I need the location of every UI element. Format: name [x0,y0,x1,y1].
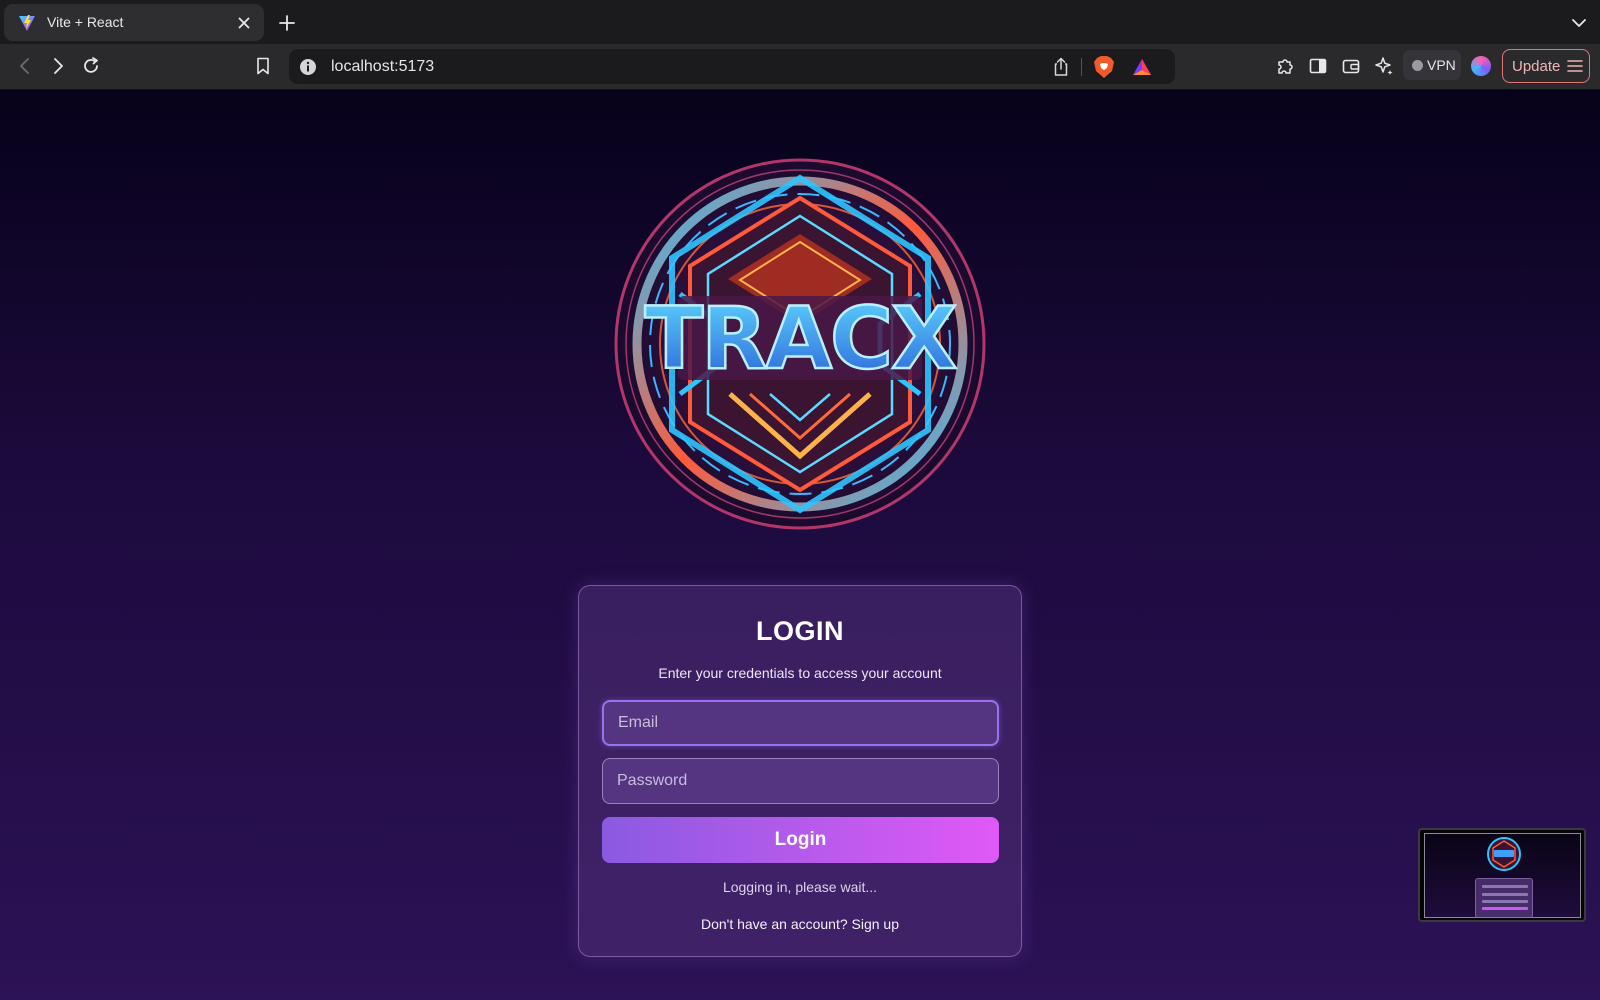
browser-tab[interactable]: Vite + React [4,4,264,41]
tab-bar: Vite + React [0,0,1600,44]
login-card: LOGIN Enter your credentials to access y… [578,585,1022,957]
picture-in-picture-preview[interactable] [1418,828,1586,922]
vpn-status-dot [1412,60,1423,71]
tracx-logo: TRACX [614,158,986,530]
password-input[interactable] [602,758,999,804]
share-icon[interactable] [1051,56,1071,78]
plus-icon[interactable] [276,12,298,34]
sparkle-icon[interactable] [1373,55,1395,77]
preview-line [1482,885,1528,888]
update-button[interactable]: Update [1502,49,1590,83]
close-icon[interactable] [234,13,254,33]
forward-arrow-icon[interactable] [47,55,69,77]
logo-wordmark: TRACX [645,289,957,389]
info-icon[interactable] [299,58,317,76]
bat-triangle-icon[interactable] [1131,56,1153,78]
sidebar-icon[interactable] [1307,55,1329,77]
page-viewport: TRACX LOGIN Enter your credentials to ac… [0,90,1600,1000]
hamburger-icon [1567,60,1583,72]
puzzle-icon[interactable] [1274,55,1296,77]
vpn-button[interactable]: VPN [1403,50,1461,80]
login-subtitle: Enter your credentials to access your ac… [658,665,942,681]
back-arrow-icon[interactable] [14,55,36,77]
address-bar[interactable]: localhost:5173 [289,49,1175,84]
preview-line [1482,900,1528,903]
update-label: Update [1512,58,1561,75]
profile-avatar[interactable] [1471,56,1491,76]
vite-icon [19,15,35,31]
tab-title: Vite + React [47,14,124,30]
address-bar-divider [1081,58,1082,76]
login-status-text: Logging in, please wait... [722,879,878,895]
login-button[interactable]: Login [602,817,999,863]
chevron-down-icon[interactable] [1569,13,1589,33]
url-text[interactable]: localhost:5173 [331,58,434,76]
preview-logo [1487,837,1521,871]
wallet-icon[interactable] [1340,55,1362,77]
bookmark-icon[interactable] [252,55,274,77]
brave-lion-icon[interactable] [1093,55,1115,79]
login-title: LOGIN [756,616,844,646]
signup-link[interactable]: Don't have an account? Sign up [579,916,1021,932]
preview-line [1482,893,1528,896]
preview-screen [1424,833,1581,918]
vpn-label: VPN [1427,57,1456,73]
browser-toolbar: localhost:5173 VPN Update [0,44,1600,90]
reload-icon[interactable] [80,55,102,77]
preview-card [1475,878,1533,918]
email-input[interactable] [602,700,999,746]
preview-button [1482,907,1528,910]
